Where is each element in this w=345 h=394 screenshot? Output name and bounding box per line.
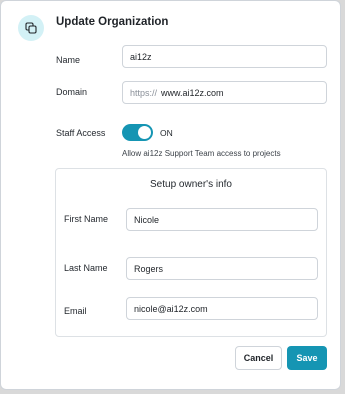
email-value: nicole@ai12z.com: [134, 303, 208, 314]
cancel-button[interactable]: Cancel: [235, 346, 282, 370]
save-button[interactable]: Save: [287, 346, 327, 370]
staff-access-helper: Allow ai12z Support Team access to proje…: [122, 149, 281, 158]
email-label: Email: [64, 306, 87, 316]
last-name-value: Rogers: [134, 263, 164, 274]
toggle-knob: [138, 126, 151, 139]
name-label: Name: [56, 55, 81, 65]
first-name-label: First Name: [64, 214, 109, 224]
update-organization-dialog: Update Organization Name ai12z Domain ht…: [0, 0, 341, 390]
domain-value: www.ai12z.com: [161, 87, 224, 98]
email-input[interactable]: nicole@ai12z.com: [126, 297, 318, 320]
staff-access-label: Staff Access: [56, 128, 106, 138]
last-name-label: Last Name: [64, 263, 108, 273]
domain-input[interactable]: https:// www.ai12z.com: [122, 81, 327, 104]
name-input[interactable]: ai12z: [122, 45, 327, 68]
owner-section-title: Setup owner's info: [150, 179, 232, 190]
staff-access-toggle[interactable]: [122, 124, 153, 141]
staff-access-state: ON: [160, 128, 173, 138]
copy-icon: [18, 15, 44, 41]
first-name-input[interactable]: Nicole: [126, 208, 318, 231]
domain-label: Domain: [56, 87, 88, 97]
first-name-value: Nicole: [134, 214, 160, 225]
domain-prefix: https://: [130, 87, 158, 98]
dialog-title: Update Organization: [56, 16, 169, 28]
name-value: ai12z: [130, 51, 152, 62]
last-name-input[interactable]: Rogers: [126, 257, 318, 280]
